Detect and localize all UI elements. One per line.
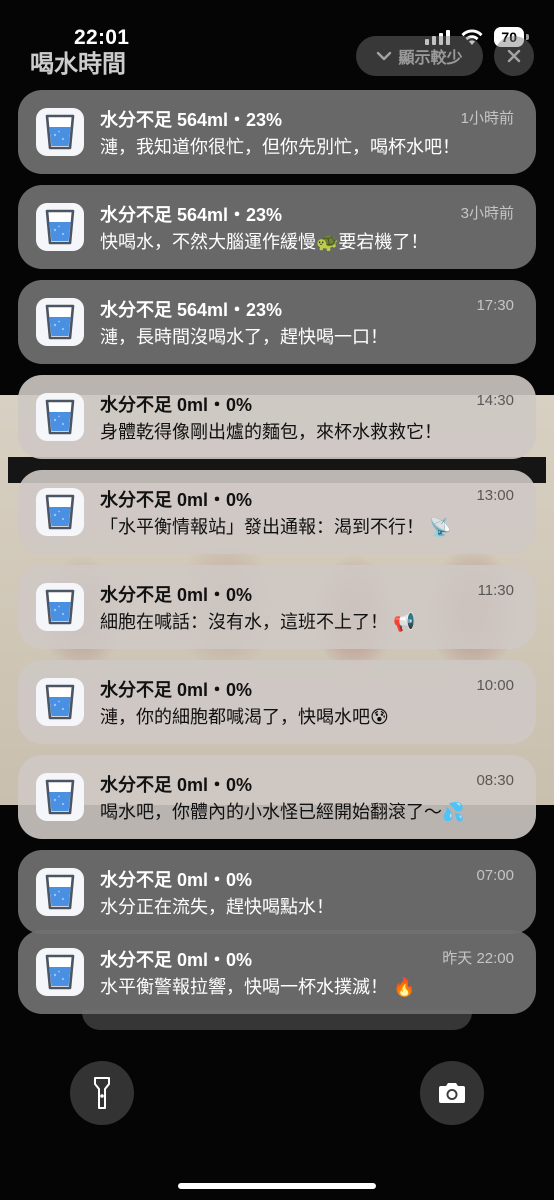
water-glass-icon bbox=[36, 868, 84, 916]
water-glass-icon bbox=[36, 583, 84, 631]
notification-body: 「水平衡情報站」發出通報：渴到不行！ 📡 bbox=[100, 517, 452, 537]
notification-title: 水分不足 564ml・23% bbox=[100, 300, 283, 320]
notification-time: 昨天 22:00 bbox=[442, 950, 514, 967]
show-less-label: 顯示較少 bbox=[398, 50, 463, 67]
notification-title: 水分不足 0ml・0% bbox=[100, 395, 253, 415]
water-glass-icon bbox=[36, 203, 84, 251]
notification-card[interactable]: 水分不足 0ml・0% 13:00 「水平衡情報站」發出通報：渴到不行！ 📡 bbox=[18, 470, 536, 554]
chevron-down-icon bbox=[377, 51, 392, 61]
notification-title: 水分不足 0ml・0% bbox=[100, 585, 253, 605]
notification-card[interactable]: 水分不足 564ml・23% 1小時前 漣，我知道你很忙，但你先別忙，喝杯水吧！ bbox=[18, 90, 536, 174]
notification-time: 3小時前 bbox=[460, 205, 514, 222]
notification-title: 水分不足 564ml・23% bbox=[100, 205, 283, 225]
notification-card[interactable]: 水分不足 564ml・23% 17:30 漣，長時間沒喝水了，趕快喝一口！ bbox=[18, 280, 536, 364]
notification-body: 水分正在流失，趕快喝點水！ bbox=[100, 897, 334, 917]
water-glass-icon bbox=[36, 678, 84, 726]
notification-time: 08:30 bbox=[476, 772, 514, 789]
notification-body: 水平衡警報拉響，快喝一杯水撲滅！ 🔥 bbox=[100, 977, 416, 997]
notification-card[interactable]: 水分不足 564ml・23% 3小時前 快喝水，不然大腦運作緩慢🐢要宕機了！ bbox=[18, 185, 536, 269]
water-glass-icon bbox=[36, 773, 84, 821]
notification-time: 14:30 bbox=[476, 392, 514, 409]
water-glass-icon bbox=[36, 393, 84, 441]
notification-time: 10:00 bbox=[476, 677, 514, 694]
notification-body: 細胞在喊話：沒有水，這班不上了！ 📢 bbox=[100, 612, 416, 632]
home-indicator[interactable] bbox=[178, 1183, 376, 1189]
notification-card[interactable]: 水分不足 0ml・0% 08:30 喝水吧，你體內的小水怪已經開始翻滾了～💦 bbox=[18, 755, 536, 839]
notification-title: 水分不足 0ml・0% bbox=[100, 680, 253, 700]
notification-body: 漣，你的細胞都喊渴了，快喝水吧😰 bbox=[100, 707, 389, 727]
notification-time: 13:00 bbox=[476, 487, 514, 504]
notification-card[interactable]: 水分不足 0ml・0% 昨天 22:00 水平衡警報拉響，快喝一杯水撲滅！ 🔥 bbox=[18, 930, 536, 1014]
water-glass-icon bbox=[36, 108, 84, 156]
notification-time: 17:30 bbox=[476, 297, 514, 314]
camera-button[interactable] bbox=[420, 1061, 484, 1125]
notification-group-title: 喝水時間 bbox=[30, 51, 126, 78]
notification-body: 漣，長時間沒喝水了，趕快喝一口！ bbox=[100, 327, 388, 347]
water-glass-icon bbox=[36, 488, 84, 536]
notification-body: 快喝水，不然大腦運作緩慢🐢要宕機了！ bbox=[100, 232, 429, 252]
flashlight-button[interactable] bbox=[70, 1061, 134, 1125]
notification-body: 身體乾得像剛出爐的麵包，來杯水救救它！ bbox=[100, 422, 442, 442]
notification-time: 07:00 bbox=[476, 867, 514, 884]
notification-body: 喝水吧，你體內的小水怪已經開始翻滾了～💦 bbox=[100, 802, 465, 822]
notification-body: 漣，我知道你很忙，但你先別忙，喝杯水吧！ bbox=[100, 137, 460, 157]
notification-title: 水分不足 0ml・0% bbox=[100, 490, 253, 510]
notification-title: 水分不足 0ml・0% bbox=[100, 775, 253, 795]
notification-title: 水分不足 564ml・23% bbox=[100, 110, 283, 130]
water-glass-icon bbox=[36, 298, 84, 346]
close-icon bbox=[507, 49, 521, 63]
notification-time: 1小時前 bbox=[460, 110, 514, 127]
water-glass-icon bbox=[36, 948, 84, 996]
show-less-button[interactable]: 顯示較少 bbox=[356, 36, 483, 76]
notification-time: 11:30 bbox=[477, 582, 514, 599]
notification-card[interactable]: 水分不足 0ml・0% 11:30 細胞在喊話：沒有水，這班不上了！ 📢 bbox=[18, 565, 536, 649]
flashlight-icon bbox=[94, 1077, 110, 1109]
notification-card[interactable]: 水分不足 0ml・0% 10:00 漣，你的細胞都喊渴了，快喝水吧😰 bbox=[18, 660, 536, 744]
close-group-button[interactable] bbox=[494, 36, 534, 76]
camera-icon bbox=[439, 1083, 465, 1103]
notification-title: 水分不足 0ml・0% bbox=[100, 950, 253, 970]
notification-card[interactable]: 水分不足 0ml・0% 07:00 水分正在流失，趕快喝點水！ bbox=[18, 850, 536, 934]
notification-card[interactable]: 水分不足 0ml・0% 14:30 身體乾得像剛出爐的麵包，來杯水救救它！ bbox=[18, 375, 536, 459]
notification-title: 水分不足 0ml・0% bbox=[100, 870, 253, 890]
